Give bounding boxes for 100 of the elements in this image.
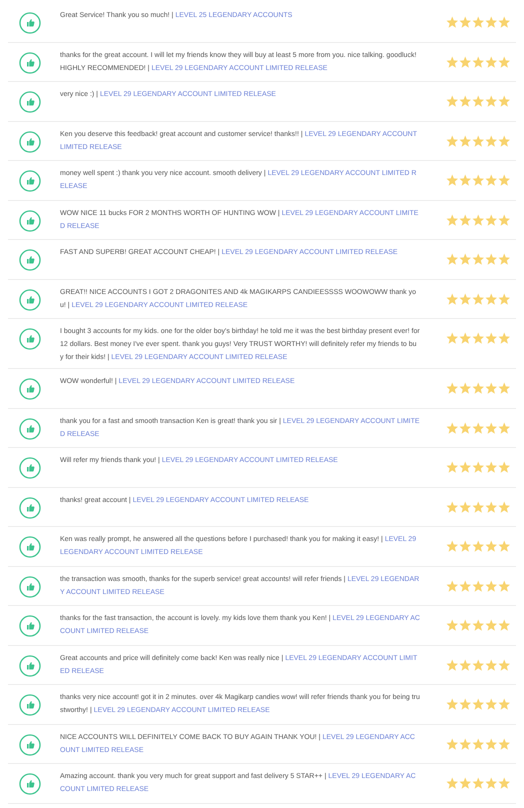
star-icon xyxy=(446,422,458,434)
star-icon xyxy=(472,777,484,790)
star-icon xyxy=(484,461,497,474)
star-icon xyxy=(458,619,471,632)
star-icon xyxy=(472,422,484,434)
star-icon xyxy=(458,95,471,108)
star-icon xyxy=(498,174,510,186)
star-icon xyxy=(498,332,510,344)
star-icon xyxy=(472,540,484,552)
star-icon xyxy=(484,214,497,226)
star-icon xyxy=(446,174,458,186)
star-icon xyxy=(472,658,484,671)
star-icon xyxy=(484,332,497,344)
thumbs-up-icon xyxy=(19,328,41,350)
star-icon xyxy=(498,422,510,434)
star-icon xyxy=(446,540,458,552)
star-icon xyxy=(458,56,471,68)
star-icon xyxy=(458,214,471,226)
star-icon xyxy=(458,580,471,592)
star-icon xyxy=(498,16,510,28)
star-icon xyxy=(446,382,458,394)
star-icon xyxy=(458,500,471,513)
thumbs-up-icon xyxy=(19,91,41,113)
star-icon xyxy=(446,777,458,790)
star-icon xyxy=(472,500,484,513)
thumbs-up-icon xyxy=(19,249,41,271)
thumbs-up-icon xyxy=(19,496,41,518)
star-icon xyxy=(472,95,484,108)
star-icon xyxy=(458,332,471,344)
star-icon xyxy=(498,382,510,394)
thumbs-up-icon xyxy=(19,288,41,310)
star-icon xyxy=(458,422,471,434)
thumbs-up-icon xyxy=(19,654,41,676)
thumbs-up-icon xyxy=(19,378,41,400)
star-icon xyxy=(446,56,458,68)
star-icon xyxy=(472,382,484,394)
star-icon xyxy=(446,95,458,108)
star-icon xyxy=(484,658,497,671)
star-icon xyxy=(472,738,484,750)
star-icon xyxy=(484,777,497,790)
star-icon xyxy=(472,134,484,147)
star-icon xyxy=(484,580,497,592)
star-icon xyxy=(446,332,458,344)
star-icon xyxy=(446,253,458,266)
star-icon xyxy=(472,174,484,186)
star-icon xyxy=(446,292,458,305)
star-icon xyxy=(498,134,510,147)
star-icon xyxy=(484,540,497,552)
star-icon xyxy=(458,174,471,186)
star-icon xyxy=(484,174,497,186)
thumbs-up-icon xyxy=(19,170,41,192)
star-icon xyxy=(458,382,471,394)
star-icon xyxy=(498,619,510,632)
star-icon xyxy=(472,461,484,474)
star-icon xyxy=(498,461,510,474)
star-icon xyxy=(472,214,484,226)
star-icon xyxy=(498,95,510,108)
star-icon xyxy=(446,500,458,513)
star-icon xyxy=(458,134,471,147)
star-icon xyxy=(484,422,497,434)
star-icon xyxy=(446,134,458,147)
thumbs-up-icon xyxy=(19,536,41,558)
star-icon xyxy=(458,292,471,305)
thumbs-up-icon xyxy=(19,457,41,479)
thumbs-up-icon xyxy=(19,12,41,34)
star-icon xyxy=(484,382,497,394)
star-icon xyxy=(484,95,497,108)
star-icon xyxy=(498,253,510,266)
star-icon xyxy=(498,540,510,552)
star-icon xyxy=(484,134,497,147)
star-icon xyxy=(472,332,484,344)
star-icon xyxy=(458,738,471,750)
star-icon xyxy=(484,500,497,513)
star-icon xyxy=(498,738,510,750)
star-icon xyxy=(484,292,497,305)
star-icon xyxy=(498,56,510,68)
star-icon xyxy=(446,658,458,671)
thumbs-up-icon xyxy=(19,210,41,232)
thumbs-up-icon xyxy=(19,734,41,756)
star-icon xyxy=(458,658,471,671)
star-icon xyxy=(458,16,471,28)
star-icon xyxy=(472,56,484,68)
thumbs-up-icon xyxy=(19,773,41,795)
star-icon xyxy=(472,698,484,710)
star-icon xyxy=(446,580,458,592)
star-icon xyxy=(484,738,497,750)
star-icon xyxy=(446,698,458,710)
star-icon xyxy=(498,777,510,790)
thumbs-up-icon xyxy=(19,615,41,637)
star-icon xyxy=(498,580,510,592)
star-icon xyxy=(472,253,484,266)
star-icon xyxy=(458,461,471,474)
star-icon xyxy=(458,777,471,790)
star-icon xyxy=(446,214,458,226)
star-icon xyxy=(458,253,471,266)
thumbs-up-icon xyxy=(19,52,41,74)
star-icon xyxy=(484,619,497,632)
star-icon xyxy=(498,658,510,671)
star-icon xyxy=(446,16,458,28)
star-icon xyxy=(446,461,458,474)
